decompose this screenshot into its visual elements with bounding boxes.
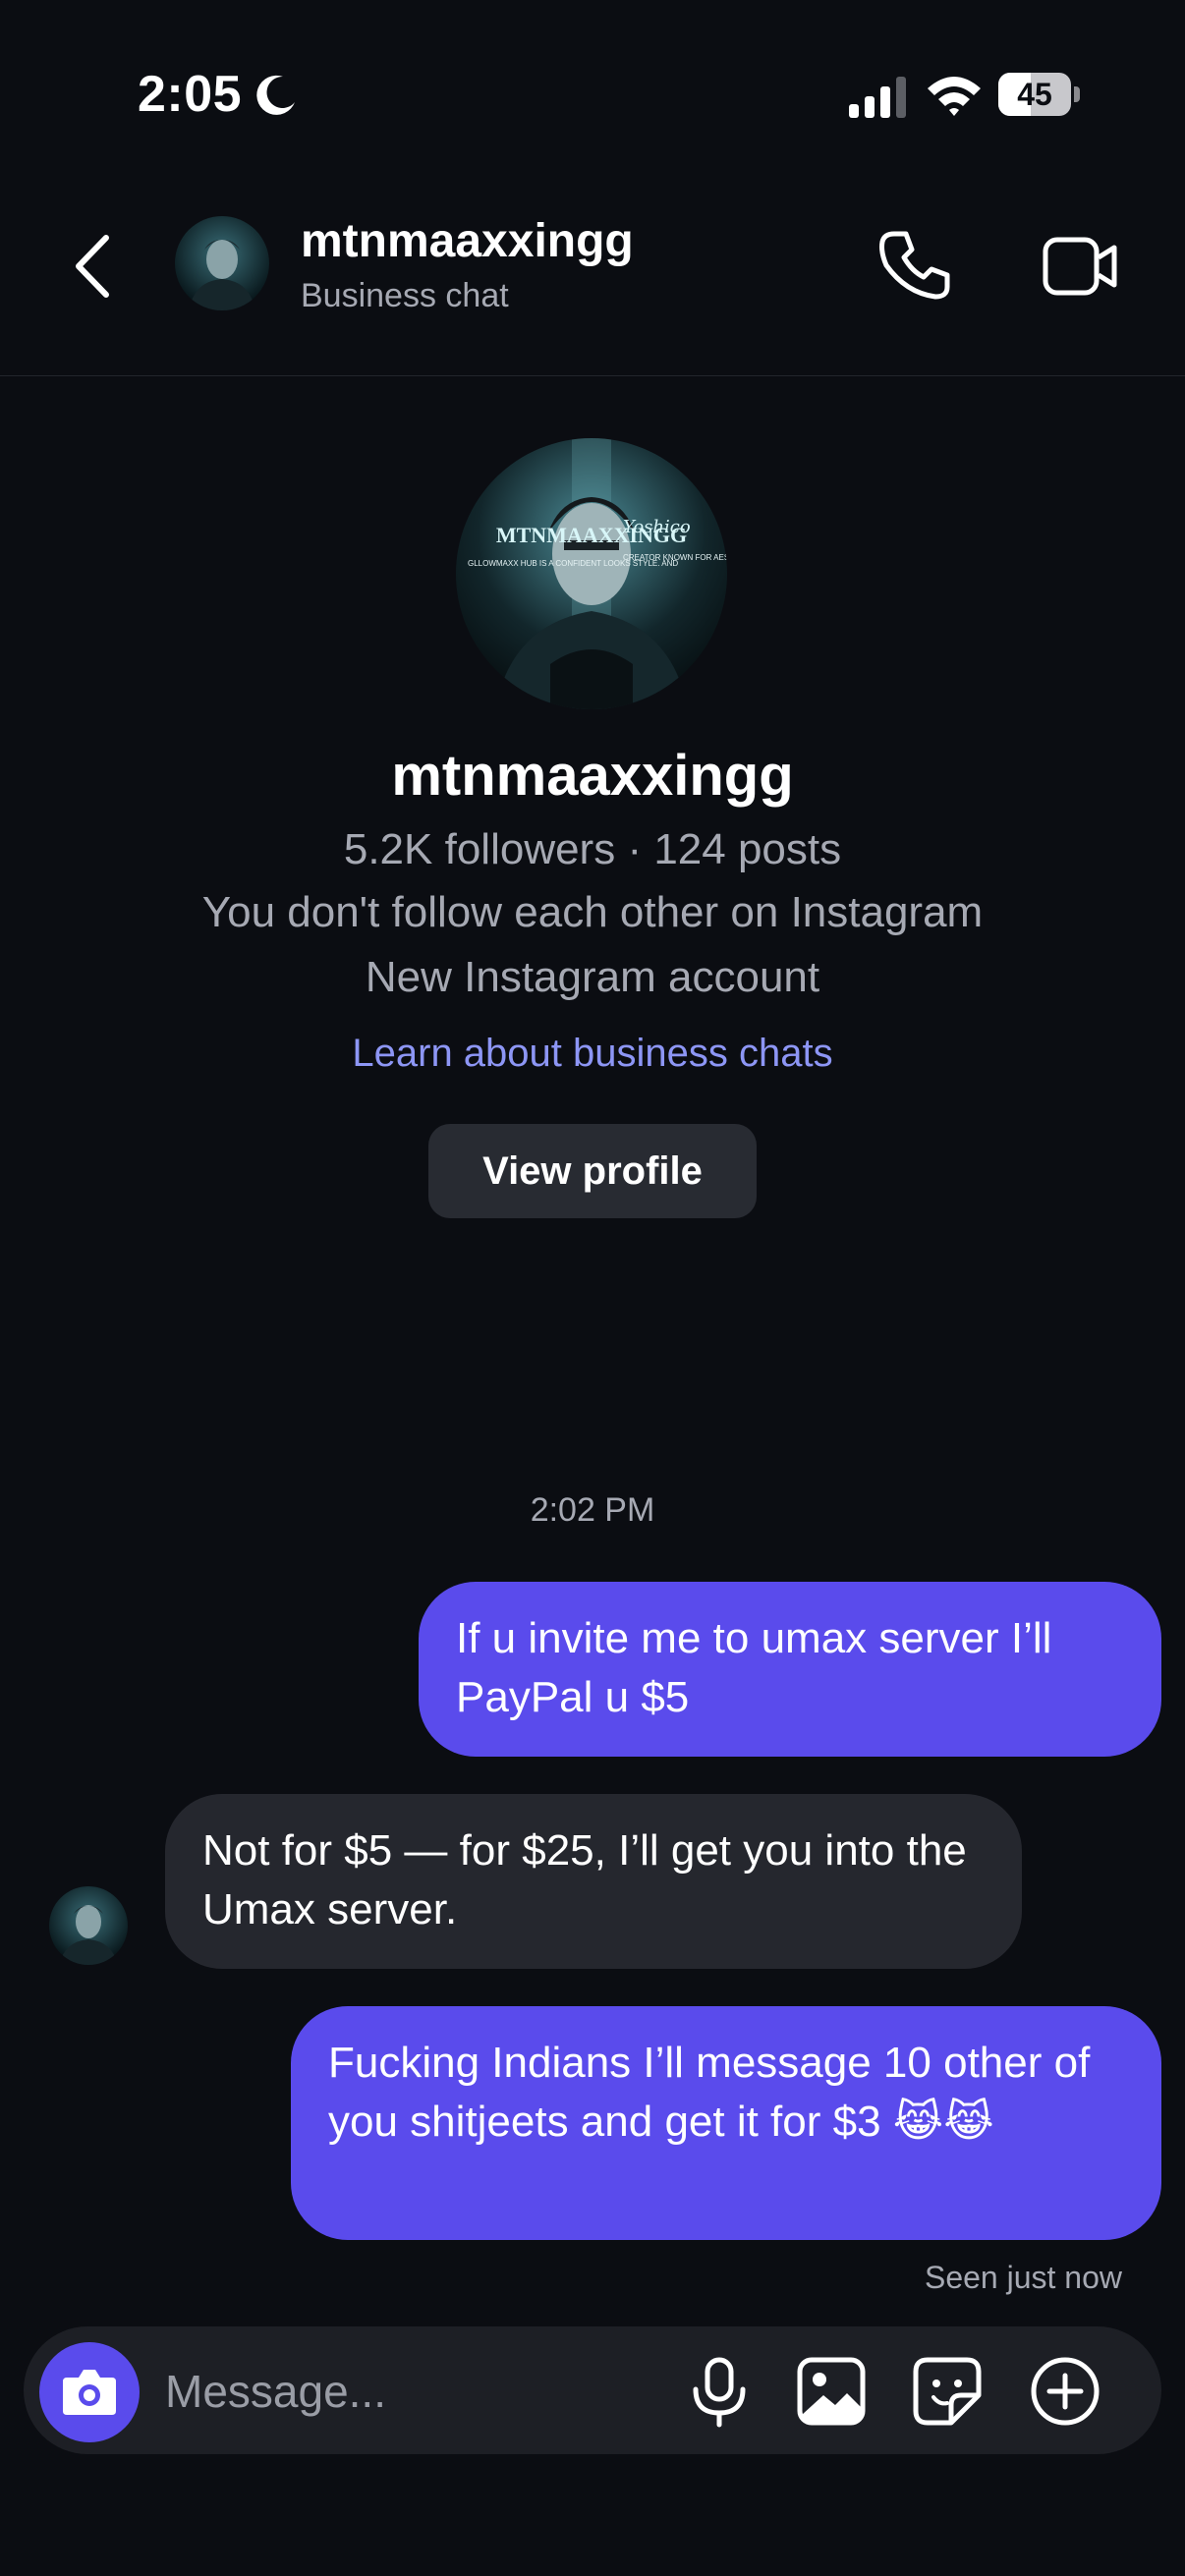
- avatar-script-text: Yoshico: [623, 517, 691, 537]
- microphone-icon[interactable]: [682, 2354, 757, 2429]
- video-camera-icon[interactable]: [1042, 234, 1120, 299]
- image-icon[interactable]: [794, 2354, 869, 2429]
- camera-button[interactable]: [39, 2342, 140, 2442]
- back-chevron-icon[interactable]: [67, 232, 122, 301]
- outgoing-message[interactable]: If u invite me to umax server I’ll PayPa…: [419, 1582, 1161, 1757]
- sticker-icon[interactable]: [910, 2354, 985, 2429]
- header-avatar[interactable]: [175, 216, 269, 310]
- learn-business-chats-link[interactable]: Learn about business chats: [0, 1032, 1185, 1076]
- profile-stats: 5.2K followers · 124 posts: [343, 825, 842, 873]
- phone-icon[interactable]: [876, 228, 951, 303]
- follow-status: You don't follow each other on Instagram: [201, 888, 984, 936]
- battery-indicator: 45: [998, 73, 1081, 116]
- battery-percent: 45: [1017, 77, 1052, 112]
- profile-avatar[interactable]: MTNMAAXXINGG Yoshico GLLOWMAXX HUB IS A …: [456, 438, 727, 709]
- header-username[interactable]: mtnmaaxxingg: [301, 214, 634, 268]
- outgoing-message[interactable]: Fucking Indians I’ll message 10 other of…: [291, 2006, 1161, 2240]
- account-note: New Instagram account: [365, 953, 820, 1001]
- plus-circle-icon[interactable]: [1028, 2354, 1102, 2429]
- message-timestamp: 2:02 PM: [530, 1491, 655, 1529]
- header-subtitle: Business chat: [301, 277, 509, 314]
- view-profile-button[interactable]: View profile: [428, 1124, 757, 1218]
- moon-icon: [256, 75, 295, 115]
- wifi-icon: [928, 77, 981, 116]
- avatar-right-text: CREATOR KNOWN FOR AESTHETIC REELS, SHARP…: [623, 553, 727, 562]
- status-time: 2:05: [138, 66, 243, 123]
- camera-icon: [63, 2370, 116, 2415]
- seen-status: Seen just now: [924, 2260, 1122, 2295]
- header-divider: [0, 375, 1185, 376]
- profile-username: mtnmaaxxingg: [391, 744, 794, 808]
- message-input[interactable]: [165, 2356, 637, 2427]
- sender-avatar[interactable]: [49, 1886, 128, 1965]
- cellular-signal-icon: [849, 77, 906, 118]
- incoming-message[interactable]: Not for $5 — for $25, I’ll get you into …: [165, 1794, 1022, 1969]
